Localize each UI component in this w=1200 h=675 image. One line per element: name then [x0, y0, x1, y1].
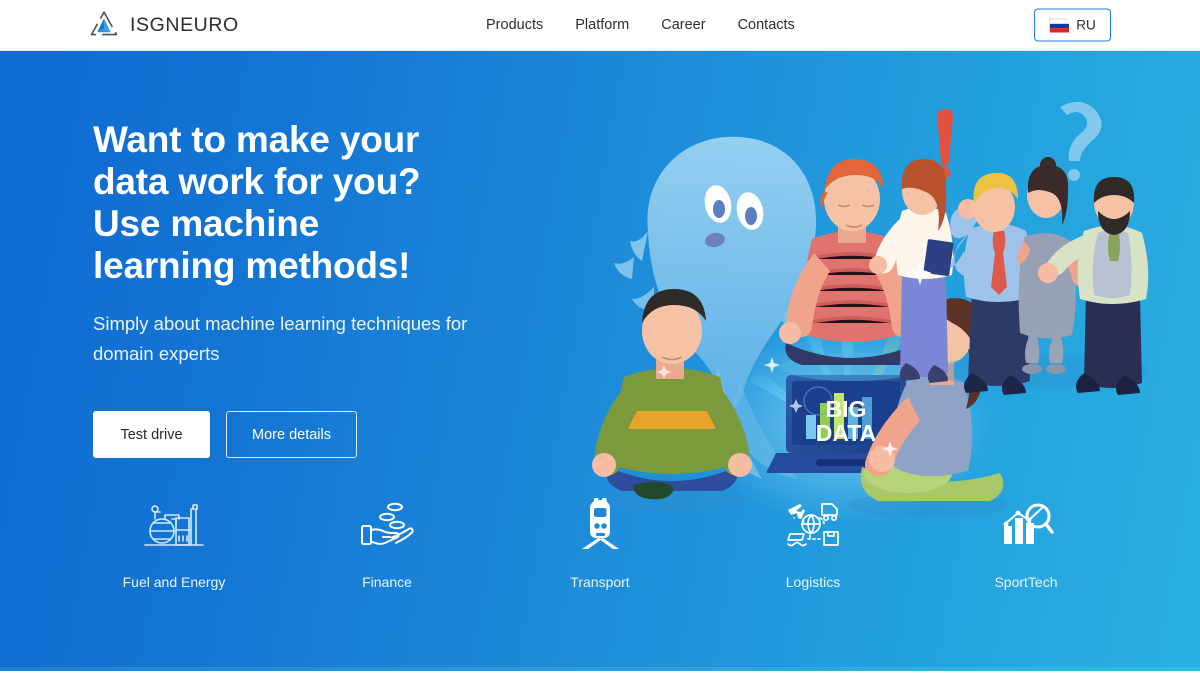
hero-section: Want to make your data work for you? Use… [0, 51, 1200, 671]
puzzled-people-group [869, 101, 1150, 395]
logistics-network-icon [784, 496, 842, 552]
hero-bottom-strip [0, 667, 1200, 671]
category-label: Logistics [785, 574, 841, 590]
bar-chart-magnifier-icon [998, 496, 1054, 552]
category-logistics[interactable]: Logistics [707, 496, 920, 590]
nav-item-contacts[interactable]: Contacts [738, 17, 795, 33]
page-title: Want to make your data work for you? Use… [93, 119, 421, 286]
russia-flag-icon [1049, 18, 1070, 33]
isgneuro-triangle-logo-icon [88, 9, 120, 41]
category-sporttech[interactable]: SportTech [920, 496, 1133, 590]
hero-illustration: BIG DATA [590, 81, 1150, 521]
svg-text:DATA: DATA [816, 420, 876, 446]
nav-item-products[interactable]: Products [486, 17, 543, 33]
question-mark [1060, 101, 1102, 181]
nav-item-career[interactable]: Career [661, 17, 705, 33]
nav-item-platform[interactable]: Platform [575, 17, 629, 33]
train-icon [578, 496, 622, 552]
hero-cta-group: Test drive More details [93, 411, 357, 458]
svg-text:BIG: BIG [826, 396, 867, 422]
category-transport[interactable]: Transport [494, 496, 707, 590]
more-details-button[interactable]: More details [226, 411, 357, 458]
hand-coins-icon [358, 496, 416, 552]
category-label: Transport [570, 574, 630, 590]
category-label: Fuel and Energy [122, 574, 226, 590]
main-navigation: Products Platform Career Contacts [486, 17, 795, 33]
category-fuel-and-energy[interactable]: Fuel and Energy [68, 496, 281, 590]
brand-name: ISGNEURO [130, 13, 239, 36]
refinery-icon [143, 496, 205, 552]
test-drive-button[interactable]: Test drive [93, 411, 210, 458]
industry-category-strip: Fuel and Energy Finance Transport Logist… [0, 496, 1200, 590]
brand-logo-link[interactable]: ISGNEURO [88, 9, 239, 41]
category-label: SportTech [994, 574, 1058, 590]
language-switcher-button[interactable]: RU [1034, 8, 1111, 42]
language-label: RU [1076, 17, 1096, 33]
hero-subtitle: Simply about machine learning techniques… [93, 313, 468, 364]
site-header: ISGNEURO Products Platform Career Contac… [0, 0, 1200, 51]
category-finance[interactable]: Finance [281, 496, 494, 590]
landing-page: ISGNEURO Products Platform Career Contac… [0, 0, 1200, 675]
hero-copy: Want to make your data work for you? Use… [93, 119, 613, 369]
category-label: Finance [362, 574, 412, 590]
